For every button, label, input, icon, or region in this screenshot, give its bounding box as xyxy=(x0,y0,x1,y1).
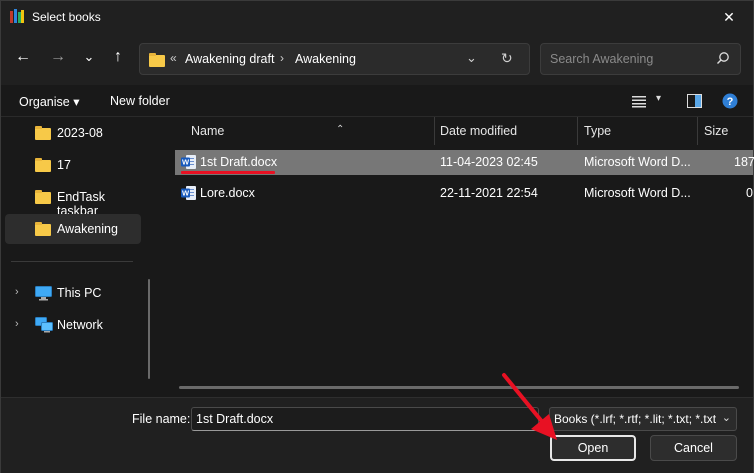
folder-icon xyxy=(35,190,51,204)
column-label: Type xyxy=(584,124,612,138)
address-dropdown-button[interactable]: ⌄ xyxy=(466,50,477,66)
sidebar-item-this-pc[interactable]: › This PC xyxy=(5,278,141,308)
help-icon[interactable]: ? xyxy=(722,93,738,109)
file-list: Name ⌃ Date modified Type Size W 1st Dra… xyxy=(161,117,754,397)
column-divider[interactable] xyxy=(577,117,578,145)
breadcrumb-awakening[interactable]: Awakening xyxy=(295,52,356,66)
expand-chevron-icon[interactable]: › xyxy=(15,318,19,330)
back-button[interactable]: ← xyxy=(13,47,33,67)
expand-chevron-icon[interactable]: › xyxy=(15,286,19,298)
breadcrumb-awakening-draft[interactable]: Awakening draft xyxy=(185,52,274,66)
file-size: 187 xyxy=(734,155,754,169)
word-document-icon: W xyxy=(181,155,196,169)
sort-ascending-icon: ⌃ xyxy=(336,124,345,135)
svg-text:?: ? xyxy=(727,96,734,108)
breadcrumb-separator: › xyxy=(280,51,284,65)
address-bar[interactable]: « Awakening draft › Awakening ⌄ ↻ xyxy=(139,43,530,75)
sidebar-item-network[interactable]: › Network xyxy=(5,310,141,340)
folder-icon xyxy=(149,53,165,67)
dialog-footer: File name: 1st Draft.docx Books (*.lrf; … xyxy=(1,397,753,473)
file-type-filter-value: Books (*.lrf; *.rtf; *.lit; *.txt; *.txt xyxy=(554,412,717,426)
svg-text:W: W xyxy=(182,189,190,198)
command-bar: Organise ▾ New folder ▾ ? xyxy=(1,85,753,117)
sidebar-scrollbar[interactable] xyxy=(148,279,150,379)
sidebar-item-endtask-taskbar[interactable]: EndTask taskbar xyxy=(5,182,141,218)
network-icon xyxy=(35,317,53,333)
column-label: Name xyxy=(191,124,225,138)
folder-icon xyxy=(35,126,51,140)
sidebar-item-label: Awakening xyxy=(57,222,118,236)
search-box[interactable]: Search Awakening xyxy=(540,43,741,75)
up-button[interactable]: ↑ xyxy=(108,47,128,67)
file-name-label: File name: xyxy=(132,412,191,426)
file-date: 22-11-2021 22:54 xyxy=(440,186,538,200)
close-button[interactable]: ✕ xyxy=(719,7,739,27)
sidebar-item-label: This PC xyxy=(57,286,102,300)
sidebar-item-label: 2023-08 xyxy=(57,126,103,140)
cancel-button[interactable]: Cancel xyxy=(650,435,737,461)
sidebar-item-label: Network xyxy=(57,318,103,332)
search-icon xyxy=(717,52,729,64)
column-header-name[interactable]: Name ⌃ xyxy=(191,117,435,145)
refresh-button[interactable]: ↻ xyxy=(501,50,513,67)
navigation-bar: ← → ⌄ ↑ « Awakening draft › Awakening ⌄ … xyxy=(1,33,753,85)
new-folder-button[interactable]: New folder xyxy=(110,94,170,108)
window-title: Select books xyxy=(32,10,101,24)
view-options-icon[interactable] xyxy=(631,94,649,108)
column-label: Size xyxy=(704,124,729,138)
svg-text:W: W xyxy=(182,158,190,167)
column-divider[interactable] xyxy=(697,117,698,145)
file-date: 11-04-2023 02:45 xyxy=(440,155,538,169)
file-name-input[interactable]: 1st Draft.docx xyxy=(191,407,539,431)
view-dropdown-icon[interactable]: ▾ xyxy=(656,93,661,104)
folder-icon xyxy=(35,222,51,236)
select-books-dialog: Select books ✕ ← → ⌄ ↑ « Awakening draft… xyxy=(0,0,754,473)
forward-button[interactable]: → xyxy=(48,47,68,67)
preview-pane-icon[interactable] xyxy=(687,94,702,108)
title-bar: Select books ✕ xyxy=(1,1,753,33)
column-divider[interactable] xyxy=(434,117,435,145)
search-placeholder: Search Awakening xyxy=(550,52,654,66)
recent-locations-button[interactable]: ⌄ xyxy=(79,47,99,67)
file-type-filter[interactable]: Books (*.lrf; *.rtf; *.lit; *.txt; *.txt… xyxy=(549,407,737,431)
overflow-crumb[interactable]: « xyxy=(170,51,177,65)
file-name-value: 1st Draft.docx xyxy=(196,412,274,426)
horizontal-scrollbar[interactable] xyxy=(179,386,739,389)
file-name: Lore.docx xyxy=(200,186,255,200)
column-header-date-modified[interactable]: Date modified xyxy=(440,117,576,145)
table-row[interactable]: W Lore.docx 22-11-2021 22:54 Microsoft W… xyxy=(175,181,753,206)
open-button[interactable]: Open xyxy=(550,435,636,461)
sidebar-item-awakening[interactable]: Awakening xyxy=(5,214,141,244)
column-header-type[interactable]: Type xyxy=(584,117,696,145)
column-header-size[interactable]: Size xyxy=(704,117,753,145)
file-type: Microsoft Word D... xyxy=(584,155,691,169)
organise-button[interactable]: Organise ▾ xyxy=(19,94,79,109)
chevron-down-icon: ⌄ xyxy=(721,412,731,424)
file-name: 1st Draft.docx xyxy=(200,155,278,169)
sidebar-item-2023-08[interactable]: 2023-08 xyxy=(5,118,141,148)
navigation-pane: 2023-08 17 EndTask taskbar Awakening › T… xyxy=(1,117,161,397)
file-type: Microsoft Word D... xyxy=(584,186,691,200)
word-document-icon: W xyxy=(181,186,196,200)
file-size: 0 xyxy=(746,186,753,200)
sidebar-item-17[interactable]: 17 xyxy=(5,150,141,180)
books-app-icon xyxy=(10,9,24,23)
pc-icon xyxy=(35,286,52,301)
annotation-underline xyxy=(181,171,275,174)
folder-icon xyxy=(35,158,51,172)
sidebar-item-label: 17 xyxy=(57,158,71,172)
sidebar-divider xyxy=(11,261,133,262)
column-label: Date modified xyxy=(440,124,518,138)
